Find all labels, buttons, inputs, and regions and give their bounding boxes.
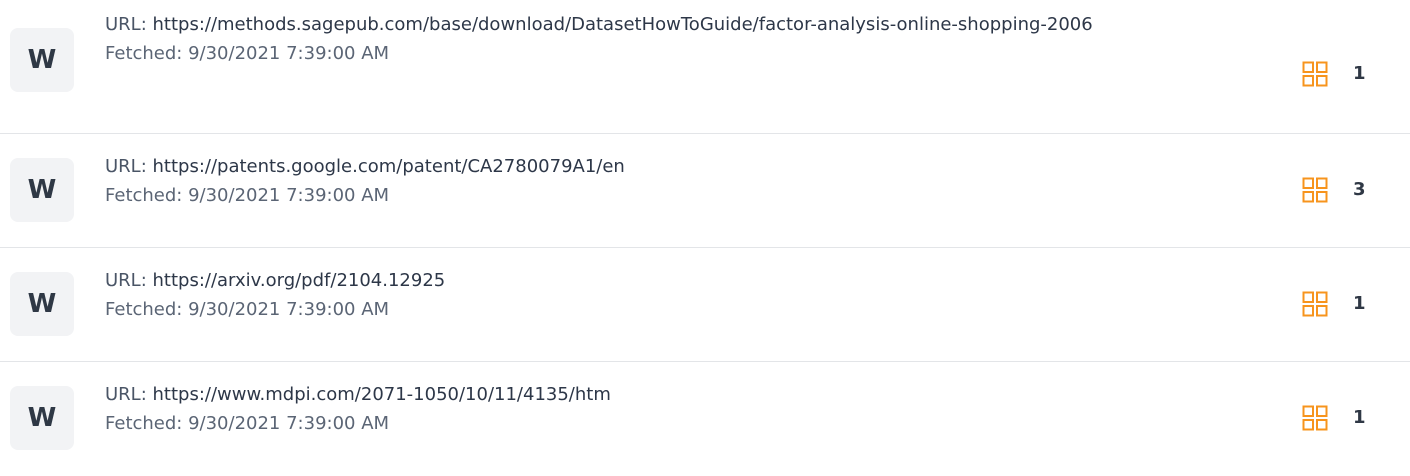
match-group: 1: [1280, 59, 1410, 89]
source-url-link[interactable]: https://www.mdpi.com/2071-1050/10/11/413…: [153, 384, 611, 405]
match-count: 1: [1353, 63, 1366, 84]
grid-icon[interactable]: [1302, 405, 1328, 431]
source-type-badge: W: [10, 386, 74, 450]
source-url-link[interactable]: https://arxiv.org/pdf/2104.12925: [153, 270, 446, 291]
source-row: W URL: https://arxiv.org/pdf/2104.12925 …: [0, 248, 1410, 362]
match-count: 1: [1353, 407, 1366, 428]
match-count: 3: [1353, 179, 1366, 200]
grid-icon[interactable]: [1302, 177, 1328, 203]
source-url-link[interactable]: https://methods.sagepub.com/base/downloa…: [153, 14, 1093, 35]
source-row: W URL: https://methods.sagepub.com/base/…: [0, 0, 1410, 134]
source-row: W URL: https://patents.google.com/patent…: [0, 134, 1410, 248]
url-label: URL:: [105, 270, 153, 291]
source-details: URL: https://methods.sagepub.com/base/do…: [105, 10, 1265, 68]
url-label: URL:: [105, 156, 153, 177]
source-list: W URL: https://methods.sagepub.com/base/…: [0, 0, 1410, 476]
source-details: URL: https://www.mdpi.com/2071-1050/10/1…: [105, 380, 1265, 438]
match-count: 1: [1353, 293, 1366, 314]
source-type-badge: W: [10, 158, 74, 222]
source-type-badge: W: [10, 28, 74, 92]
fetched-date: Fetched: 9/30/2021 7:39:00 AM: [105, 299, 390, 320]
url-line: URL: https://arxiv.org/pdf/2104.12925: [105, 266, 1265, 295]
grid-icon[interactable]: [1302, 291, 1328, 317]
url-line: URL: https://www.mdpi.com/2071-1050/10/1…: [105, 380, 1265, 409]
match-group: 3: [1280, 175, 1410, 205]
url-line: URL: https://methods.sagepub.com/base/do…: [105, 10, 1265, 39]
url-line: URL: https://patents.google.com/patent/C…: [105, 152, 1265, 181]
fetched-date: Fetched: 9/30/2021 7:39:00 AM: [105, 43, 390, 64]
source-details: URL: https://arxiv.org/pdf/2104.12925 Fe…: [105, 266, 1265, 324]
source-details: URL: https://patents.google.com/patent/C…: [105, 152, 1265, 210]
source-url-link[interactable]: https://patents.google.com/patent/CA2780…: [153, 156, 625, 177]
source-row: W URL: https://www.mdpi.com/2071-1050/10…: [0, 362, 1410, 476]
url-label: URL:: [105, 384, 153, 405]
url-label: URL:: [105, 14, 153, 35]
fetched-date: Fetched: 9/30/2021 7:39:00 AM: [105, 413, 390, 434]
match-group: 1: [1280, 403, 1410, 433]
grid-icon[interactable]: [1302, 61, 1328, 87]
match-group: 1: [1280, 289, 1410, 319]
fetched-date: Fetched: 9/30/2021 7:39:00 AM: [105, 185, 390, 206]
source-type-badge: W: [10, 272, 74, 336]
